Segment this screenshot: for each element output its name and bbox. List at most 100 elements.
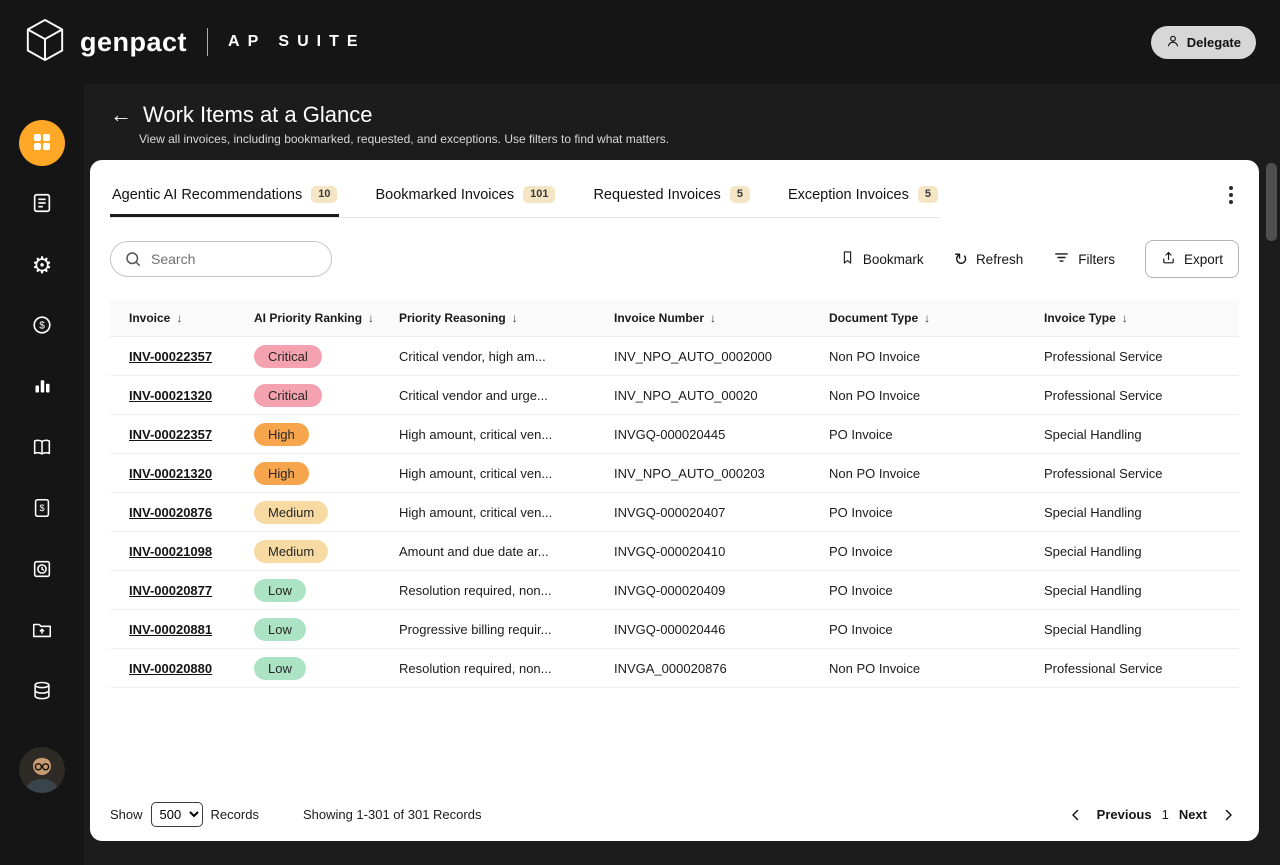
table-row: INV-00020881 Low Progressive billing req… [110, 610, 1239, 649]
svg-text:$: $ [39, 320, 45, 331]
suite-name: AP SUITE [228, 33, 366, 50]
invoice-link[interactable]: INV-00020881 [129, 622, 212, 637]
sidebar-item-tasks[interactable] [22, 184, 62, 224]
invoice-type-cell: Special Handling [1044, 621, 1142, 637]
invoice-link[interactable]: INV-00022357 [129, 427, 212, 442]
document-type-cell: PO Invoice [829, 426, 893, 442]
main-content: ← Work Items at a Glance View all invoic… [84, 84, 1280, 865]
table-row: INV-00020880 Low Resolution required, no… [110, 649, 1239, 688]
invoice-link[interactable]: INV-00021320 [129, 388, 212, 403]
tab-label: Requested Invoices [593, 186, 721, 203]
search-icon [126, 252, 141, 267]
invoice-type-cell: Professional Service [1044, 465, 1163, 481]
top-header: genpact AP SUITE Delegate [0, 0, 1280, 84]
sidebar-item-analytics[interactable] [22, 367, 62, 407]
priority-pill: Low [254, 578, 306, 602]
column-label: Invoice [129, 311, 171, 325]
invoice-number-cell: INVGQ-000020446 [614, 621, 726, 637]
invoice-number-cell: INV_NPO_AUTO_000203 [614, 465, 765, 481]
refresh-button[interactable]: ↻ Refresh [954, 251, 1024, 268]
document-type-cell: PO Invoice [829, 543, 893, 559]
page-subtitle: View all invoices, including bookmarked,… [139, 132, 670, 146]
reason-cell: Progressive billing requir... [399, 621, 552, 637]
records-per-page-select[interactable]: 500 [150, 802, 203, 827]
tasks-document-icon [31, 192, 53, 217]
sidebar-item-invoices[interactable]: $ [22, 489, 62, 529]
brand-name: genpact [80, 26, 188, 57]
document-type-cell: Non PO Invoice [829, 348, 921, 364]
invoice-type-cell: Professional Service [1044, 660, 1163, 676]
column-header[interactable]: Invoice ↓ [110, 300, 235, 336]
invoice-link[interactable]: INV-00021098 [129, 544, 212, 559]
search-input[interactable] [110, 241, 332, 277]
invoice-number-cell: INV_NPO_AUTO_00020 [614, 387, 758, 403]
previous-button[interactable]: Previous [1097, 807, 1152, 822]
invoice-link[interactable]: INV-00022357 [129, 349, 212, 364]
column-header[interactable]: Document Type ↓ [810, 300, 1025, 336]
table-body: INV-00022357 Critical Critical vendor, h… [110, 337, 1239, 688]
tab-count-badge: 101 [523, 186, 556, 203]
sidebar-item-history[interactable] [22, 550, 62, 590]
sidebar-item-upload[interactable] [22, 611, 62, 651]
pagination: Previous 1 Next [1065, 804, 1239, 826]
sort-descending-icon[interactable]: ↓ [176, 311, 182, 325]
delegate-button[interactable]: Delegate [1150, 25, 1256, 59]
column-header[interactable]: Invoice Type ↓ [1025, 300, 1239, 336]
invoice-link[interactable]: INV-00020880 [129, 661, 212, 676]
back-arrow-icon[interactable]: ← [110, 104, 132, 126]
page-scrollbar[interactable] [1266, 163, 1277, 241]
priority-pill: Critical [254, 383, 322, 407]
tabs-row: Agentic AI Recommendations 10 Bookmarked… [110, 176, 1239, 218]
invoice-link[interactable]: INV-00020876 [129, 505, 212, 520]
export-label: Export [1183, 251, 1223, 267]
user-avatar[interactable] [19, 747, 65, 793]
filters-label: Filters [1078, 251, 1115, 267]
clock-card-icon [31, 558, 53, 583]
document-type-cell: Non PO Invoice [829, 465, 921, 481]
sidebar-item-apps[interactable] [19, 120, 65, 166]
priority-pill: High [254, 461, 309, 485]
tab[interactable]: Agentic AI Recommendations 10 [110, 176, 340, 217]
filters-button[interactable]: Filters [1053, 249, 1115, 269]
tab-label: Bookmarked Invoices [375, 186, 515, 203]
sort-descending-icon[interactable]: ↓ [368, 311, 374, 325]
sidebar-item-settings[interactable]: ⚙ [22, 245, 62, 285]
invoice-type-cell: Special Handling [1044, 543, 1142, 559]
bookmark-button[interactable]: Bookmark [840, 250, 924, 268]
priority-pill: Critical [254, 344, 322, 368]
table-header-row: Invoice ↓ AI Priority Ranking ↓ Priority… [110, 300, 1239, 337]
invoice-link[interactable]: INV-00021320 [129, 466, 212, 481]
sidebar-item-payments[interactable]: $ [22, 306, 62, 346]
export-icon [1161, 250, 1176, 268]
column-header[interactable]: Invoice Number ↓ [595, 300, 810, 336]
table-row: INV-00020876 Medium High amount, critica… [110, 493, 1239, 532]
reason-cell: Critical vendor and urge... [399, 387, 548, 403]
invoice-link[interactable]: INV-00020877 [129, 583, 212, 598]
tab[interactable]: Exception Invoices 5 [786, 176, 940, 217]
sort-descending-icon[interactable]: ↓ [1122, 311, 1128, 325]
book-icon [31, 436, 53, 461]
brand: genpact AP SUITE [24, 17, 366, 68]
sidebar-item-ledger[interactable] [22, 428, 62, 468]
more-options-button[interactable] [1221, 182, 1241, 211]
sort-descending-icon[interactable]: ↓ [924, 311, 930, 325]
column-header[interactable]: AI Priority Ranking ↓ [235, 300, 380, 336]
priority-pill: Low [254, 617, 306, 641]
priority-pill: Low [254, 656, 306, 680]
folder-upload-icon [31, 619, 53, 644]
page-title: Work Items at a Glance [143, 102, 373, 127]
sort-descending-icon[interactable]: ↓ [710, 311, 716, 325]
tab[interactable]: Requested Invoices 5 [591, 176, 751, 217]
tab-label: Exception Invoices [787, 186, 909, 203]
tab[interactable]: Bookmarked Invoices 101 [373, 176, 557, 217]
sort-descending-icon[interactable]: ↓ [512, 311, 518, 325]
search-wrap [110, 241, 332, 277]
invoice-type-cell: Professional Service [1044, 348, 1163, 364]
records-summary: Showing 1-301 of 301 Records [302, 807, 482, 822]
next-button[interactable]: Next [1179, 807, 1207, 822]
chevron-right-icon[interactable] [1217, 804, 1239, 826]
chevron-left-icon[interactable] [1065, 804, 1087, 826]
column-header[interactable]: Priority Reasoning ↓ [380, 300, 595, 336]
sidebar-item-data[interactable] [22, 672, 62, 712]
export-button[interactable]: Export [1144, 240, 1239, 278]
